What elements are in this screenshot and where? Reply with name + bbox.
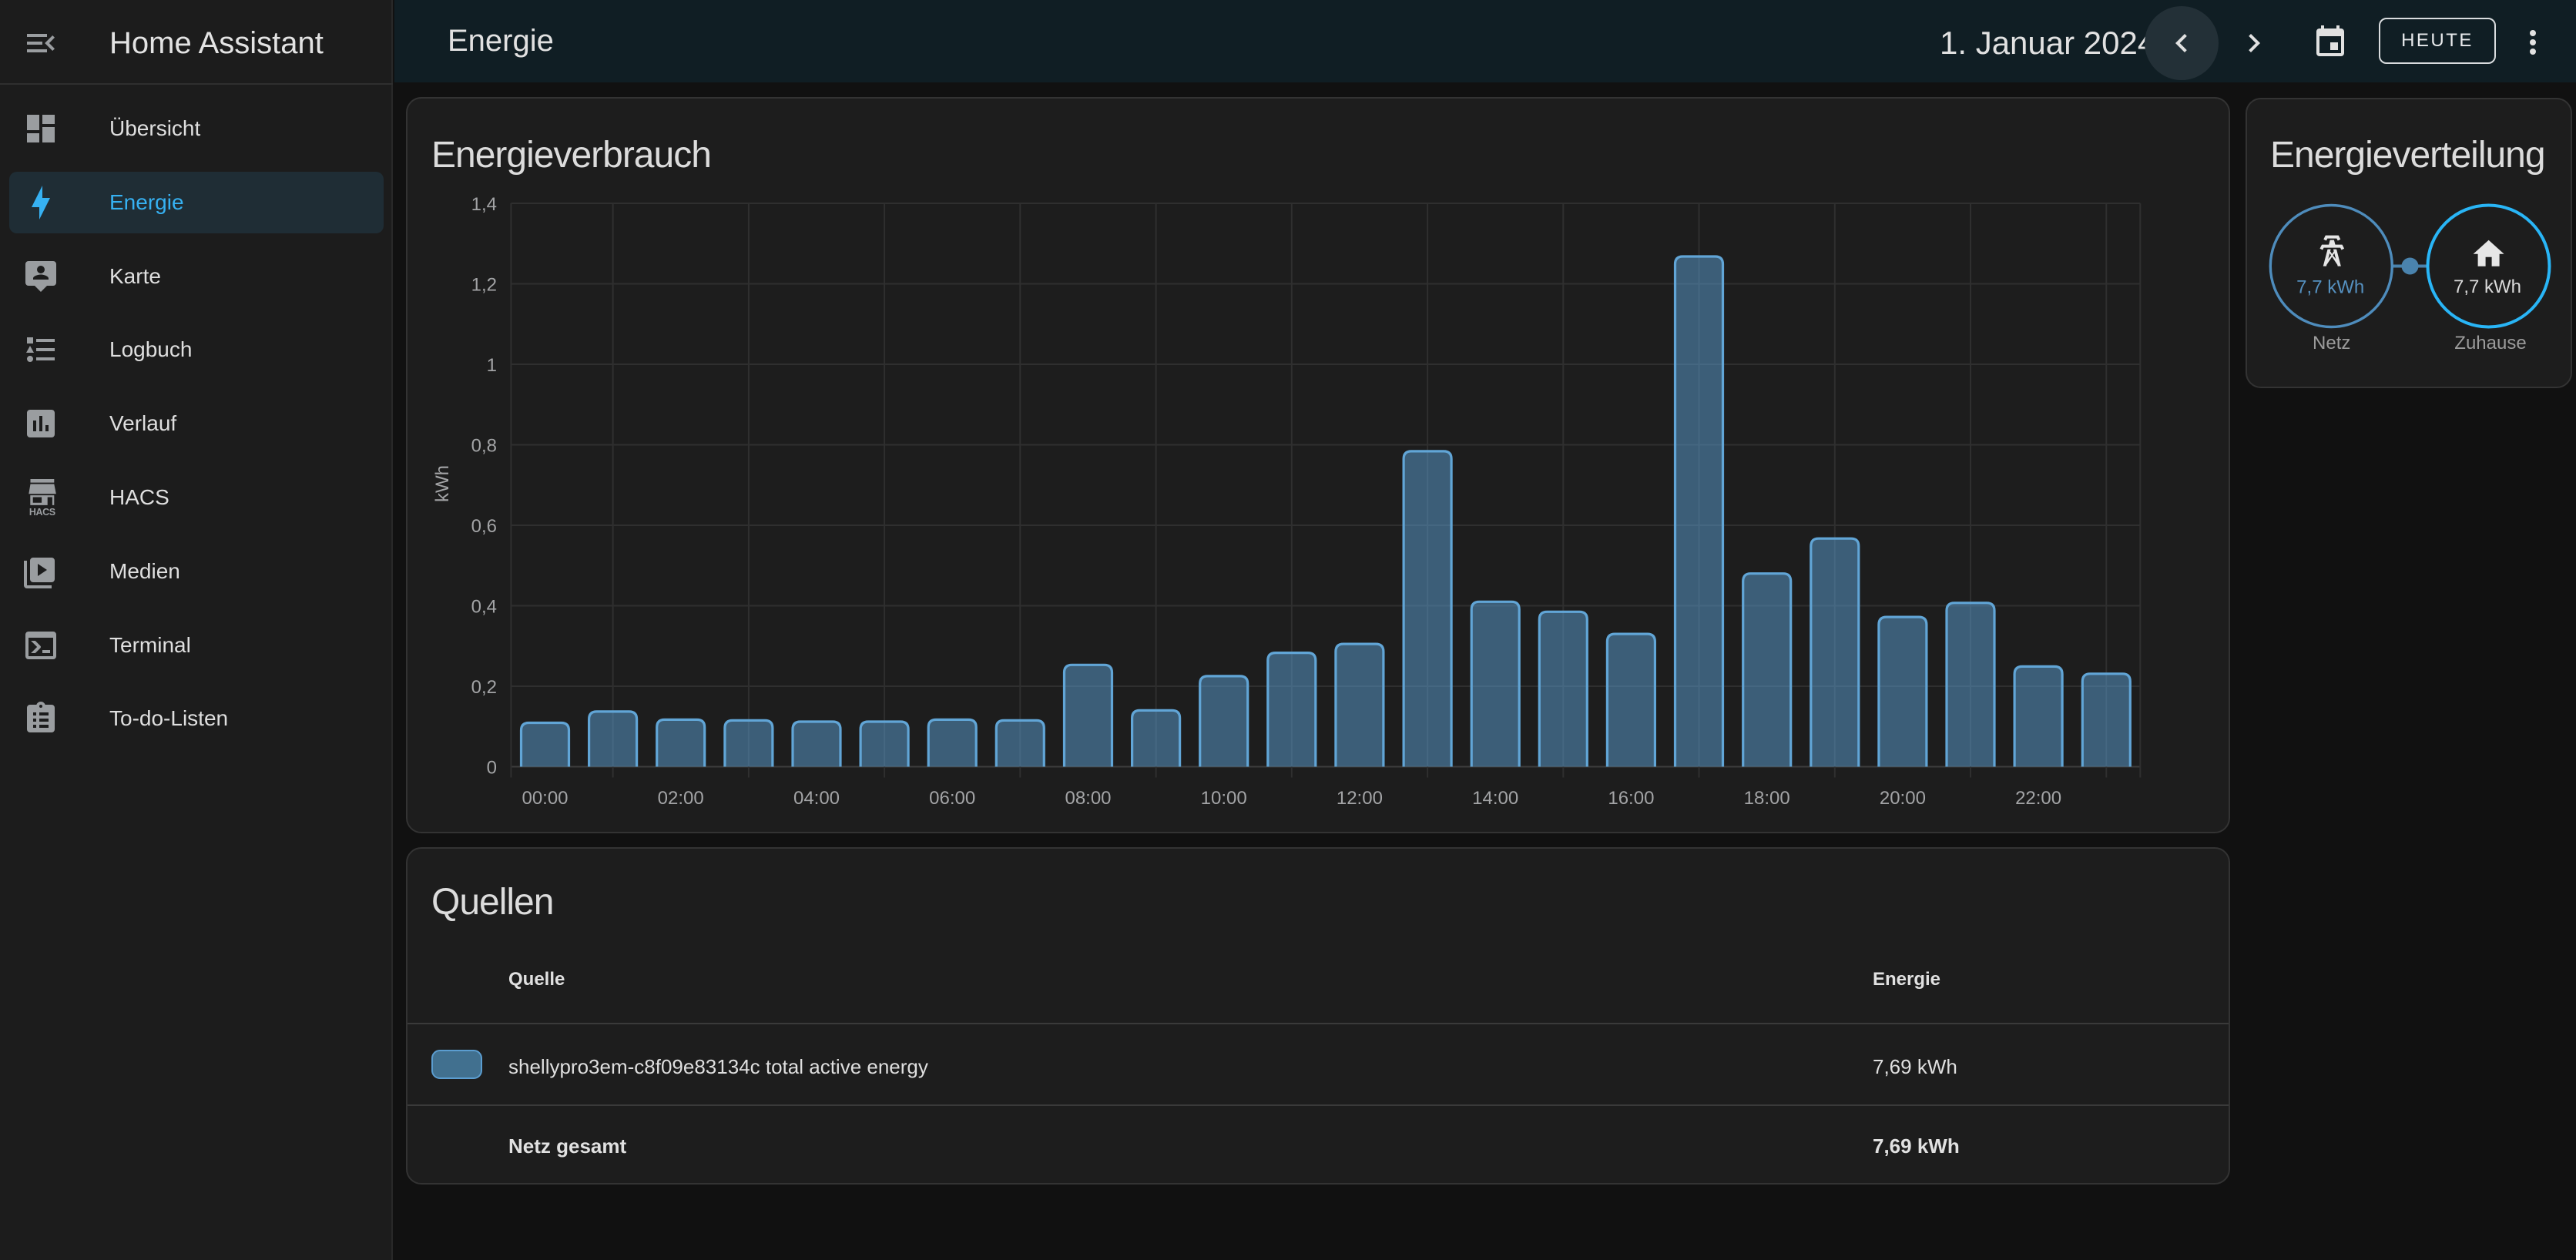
svg-text:0,8: 0,8 [471,436,497,457]
svg-text:12:00: 12:00 [1337,788,1383,809]
svg-text:0,6: 0,6 [471,516,497,537]
svg-text:04:00: 04:00 [793,788,840,809]
svg-text:06:00: 06:00 [929,788,975,809]
svg-text:08:00: 08:00 [1065,788,1111,809]
svg-text:7,7 kWh: 7,7 kWh [2454,276,2521,297]
svg-text:1,2: 1,2 [471,275,497,296]
svg-text:Netz: Netz [2313,333,2350,354]
svg-text:7,7 kWh: 7,7 kWh [2296,277,2364,298]
svg-text:0: 0 [487,758,497,779]
svg-text:0,4: 0,4 [471,597,497,618]
svg-text:02:00: 02:00 [658,788,704,809]
svg-text:16:00: 16:00 [1608,788,1654,809]
svg-text:Zuhause: Zuhause [2454,333,2526,354]
svg-text:22:00: 22:00 [2015,788,2061,809]
svg-text:HACS: HACS [29,507,55,517]
svg-text:20:00: 20:00 [1880,788,1926,809]
svg-text:0,2: 0,2 [471,677,497,698]
svg-text:1,4: 1,4 [471,194,497,215]
svg-text:10:00: 10:00 [1201,788,1247,809]
svg-text:kWh: kWh [432,465,453,502]
svg-text:14:00: 14:00 [1472,788,1518,809]
svg-text:1: 1 [487,355,497,376]
svg-text:00:00: 00:00 [522,788,568,809]
svg-text:18:00: 18:00 [1744,788,1790,809]
